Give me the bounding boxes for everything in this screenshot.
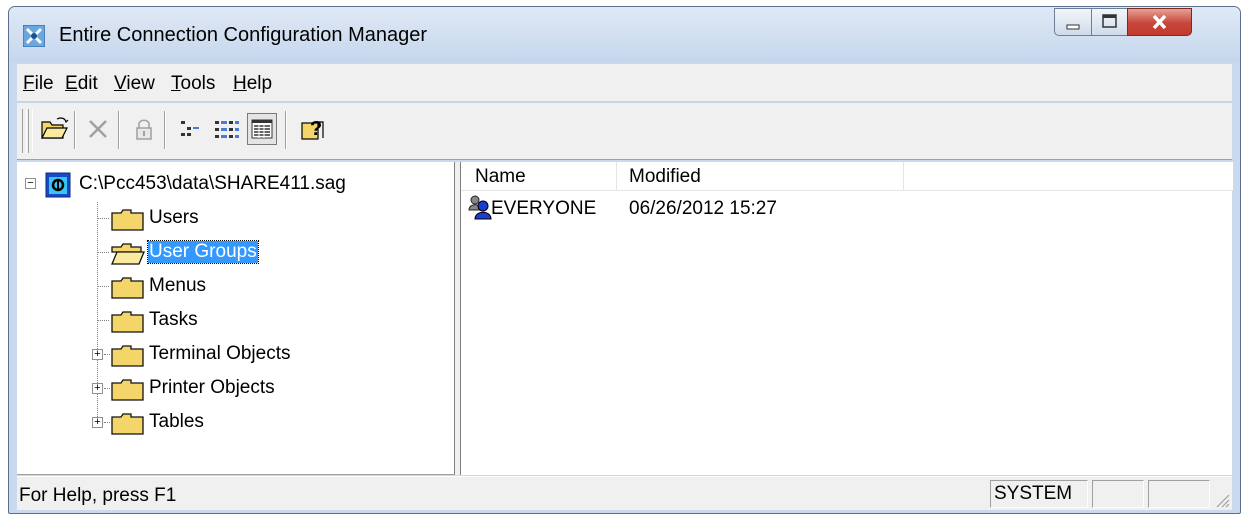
app-icon [23, 25, 45, 47]
cell-name: EVERYONE [491, 198, 597, 219]
details-view-button[interactable] [247, 113, 277, 145]
status-panel-3 [1148, 480, 1210, 508]
tree-item-label: Printer Objects [149, 377, 275, 398]
tree-root-label: C:\Pcc453\data\SHARE411.sag [79, 173, 346, 194]
status-help-text: For Help, press F1 [19, 485, 177, 506]
svg-text:?: ? [310, 118, 322, 140]
toolbar-separator [74, 111, 76, 149]
list-header: Name Modified [461, 162, 1233, 191]
menu-bar: File Edit View Tools Help [17, 64, 1232, 102]
collapse-icon[interactable]: − [25, 178, 36, 189]
cell-modified: 06/26/2012 15:27 [629, 198, 777, 219]
folder-icon [111, 209, 144, 231]
tree-item-label: User Groups [147, 240, 259, 264]
tree-item-label: Users [149, 207, 199, 228]
resize-grip-icon[interactable] [1214, 492, 1230, 508]
maximize-button[interactable] [1091, 8, 1128, 36]
tree-view-button[interactable] [175, 113, 205, 145]
title-bar[interactable]: Entire Connection Configuration Manager [9, 7, 1240, 63]
tree-item-label: Terminal Objects [149, 343, 291, 364]
tree-view-icon [181, 121, 199, 136]
close-icon [1152, 14, 1167, 30]
column-header-modified[interactable]: Modified [629, 166, 701, 188]
column-divider[interactable] [616, 162, 617, 191]
close-button[interactable] [1127, 8, 1192, 36]
minimize-button[interactable] [1054, 8, 1092, 36]
tree-pane[interactable]: − C:\Pcc453\data\SHARE411.sag Users User… [17, 162, 455, 475]
folder-icon [111, 413, 144, 435]
status-panel-user: SYSTEM [990, 480, 1088, 508]
lock-button[interactable] [129, 113, 159, 145]
column-divider[interactable] [903, 162, 904, 191]
open-button[interactable] [39, 113, 69, 145]
tree-root[interactable]: − C:\Pcc453\data\SHARE411.sag [17, 170, 437, 198]
tree-item-label: Tables [149, 411, 204, 432]
open-folder-icon [41, 117, 69, 139]
app-window: Entire Connection Configuration Manager … [8, 6, 1241, 514]
folder-icon [111, 345, 144, 367]
column-header-name[interactable]: Name [475, 166, 526, 188]
status-bar: For Help, press F1 SYSTEM [17, 476, 1232, 510]
menu-help[interactable]: Help [233, 73, 272, 95]
expand-icon[interactable]: + [92, 349, 103, 360]
details-view-icon [251, 119, 273, 139]
window-title: Entire Connection Configuration Manager [59, 24, 427, 46]
list-view-button[interactable] [211, 113, 241, 145]
tree-item-printer-objects[interactable]: + Printer Objects [17, 374, 437, 402]
expand-icon[interactable]: + [92, 383, 103, 394]
toolbar-grip[interactable] [28, 109, 33, 153]
database-icon [45, 172, 71, 198]
list-pane[interactable]: Name Modified EVERYONE 06/26/2012 15:27 [460, 162, 1233, 475]
tree-item-label: Tasks [149, 309, 198, 330]
folder-icon [111, 311, 144, 333]
toolbar-separator [285, 111, 287, 149]
menu-file[interactable]: File [23, 73, 54, 95]
tree-item-menus[interactable]: Menus [17, 272, 437, 300]
open-folder-icon [111, 243, 145, 265]
tree-item-tables[interactable]: + Tables [17, 408, 437, 436]
menu-tools[interactable]: Tools [171, 73, 215, 95]
list-item[interactable]: EVERYONE 06/26/2012 15:27 [461, 192, 1233, 222]
help-icon: ? [301, 118, 324, 140]
menu-edit[interactable]: Edit [65, 73, 98, 95]
lock-icon [136, 119, 152, 140]
delete-icon [89, 120, 107, 138]
tree-item-user-groups[interactable]: User Groups [17, 238, 437, 266]
toolbar: ? [17, 103, 1232, 160]
expand-icon[interactable]: + [92, 417, 103, 428]
tree-item-label: Menus [149, 275, 207, 296]
status-panel-2 [1092, 480, 1144, 508]
tree-item-users[interactable]: Users [17, 204, 437, 232]
toolbar-separator [118, 111, 120, 149]
menu-view[interactable]: View [114, 73, 155, 95]
user-group-icon [468, 195, 492, 220]
toolbar-separator [164, 111, 166, 149]
tree-item-tasks[interactable]: Tasks [17, 306, 437, 334]
list-view-icon [215, 121, 239, 138]
tree-item-terminal-objects[interactable]: + Terminal Objects [17, 340, 437, 368]
maximize-icon [1102, 14, 1117, 28]
delete-button[interactable] [83, 113, 113, 145]
toolbar-grip[interactable] [22, 109, 27, 153]
minimize-icon [1066, 24, 1080, 30]
folder-icon [111, 379, 144, 401]
folder-icon [111, 277, 144, 299]
help-button[interactable]: ? [297, 113, 327, 145]
